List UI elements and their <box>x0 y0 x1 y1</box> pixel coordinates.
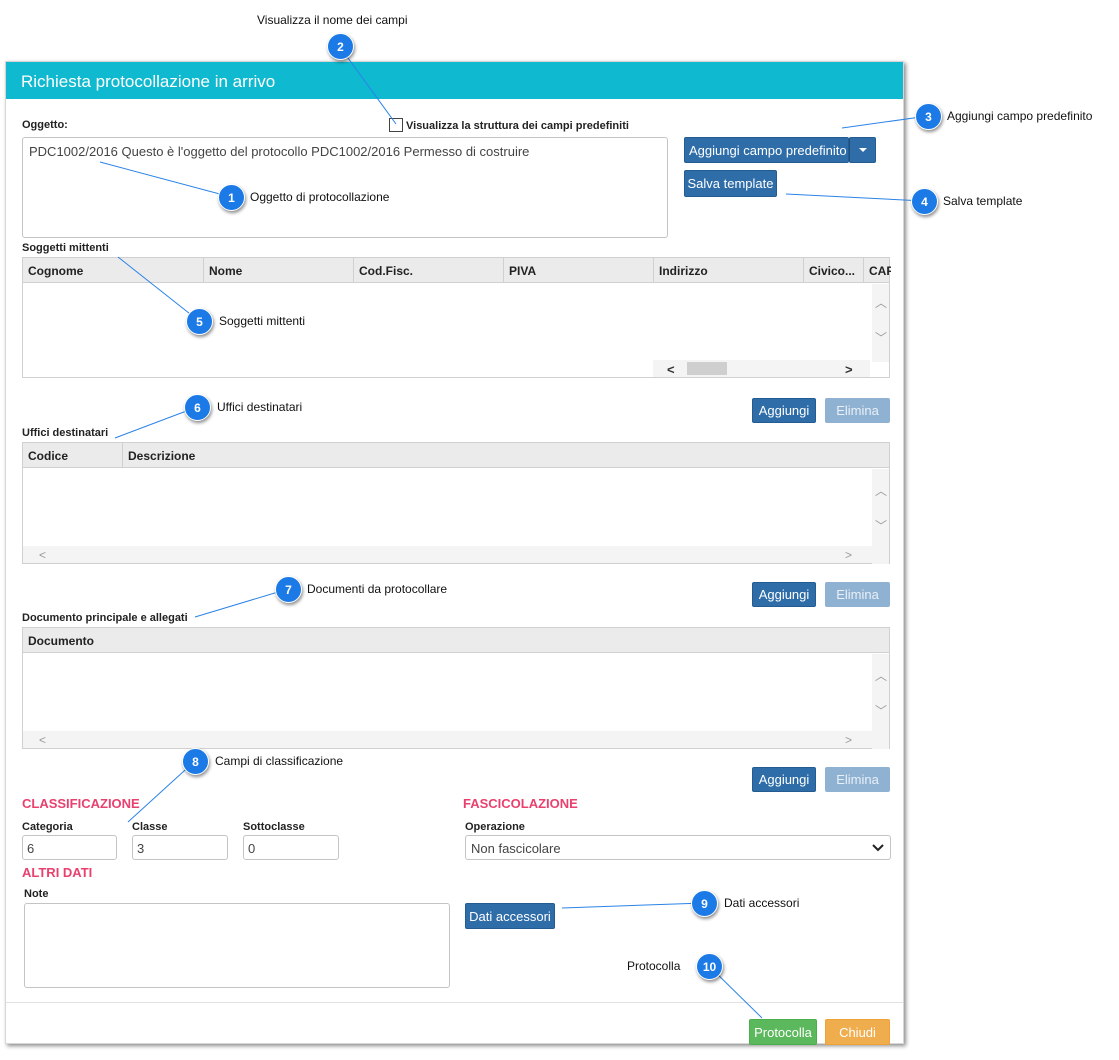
callout-9-text: Dati accessori <box>724 896 800 910</box>
callout-6-text: Uffici destinatari <box>217 400 303 414</box>
callout-7-text: Documenti da protocollare <box>307 582 448 596</box>
callout-10-text: Protocolla <box>627 959 681 973</box>
callout-2-text: Visualizza il nome dei campi <box>257 13 408 27</box>
callout-9: 9 <box>691 890 718 917</box>
callout-2: 2 <box>327 33 354 60</box>
callout-8-text: Campi di classificazione <box>215 754 344 768</box>
callout-7: 7 <box>275 576 302 603</box>
callout-3: 3 <box>915 103 942 130</box>
callout-leader-lines <box>99 46 929 1019</box>
callout-4-text: Salva template <box>943 194 1023 208</box>
callout-5-text: Soggetti mittenti <box>219 314 306 328</box>
callout-10: 10 <box>696 953 723 980</box>
callout-5: 5 <box>186 308 213 335</box>
callout-8: 8 <box>182 748 209 775</box>
callout-1-text: Oggetto di protocollazione <box>250 190 390 204</box>
callout-6: 6 <box>184 394 211 421</box>
callout-3-text: Aggiungi campo predefinito <box>947 109 1093 123</box>
callout-4: 4 <box>911 188 938 215</box>
callout-1: 1 <box>218 184 245 211</box>
